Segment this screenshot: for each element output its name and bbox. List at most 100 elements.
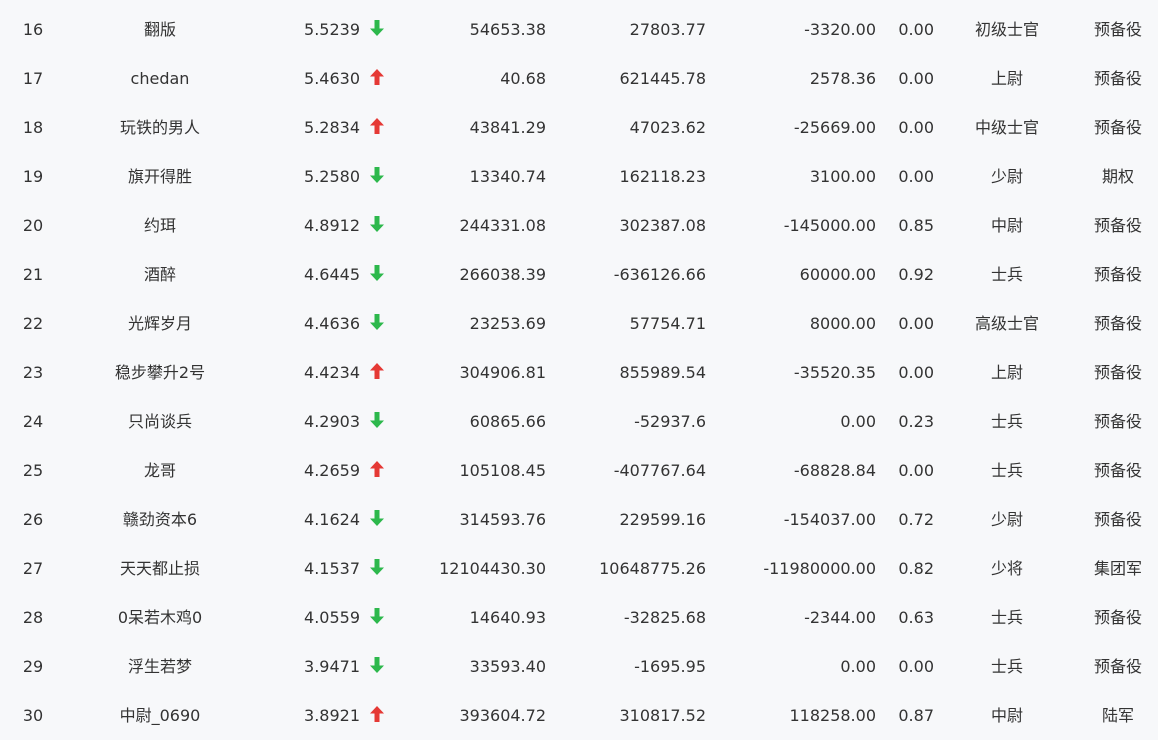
- ratio-value: 0.00: [898, 20, 934, 39]
- unit-category: 预备役: [1093, 510, 1142, 529]
- rank-number: 25: [22, 461, 44, 480]
- table-row[interactable]: 29 浮生若梦 3.9471 33593.40 -1695.95 0.00 0.…: [0, 642, 1158, 691]
- value-column-1: 43841.29: [469, 118, 546, 137]
- military-rank: 高级士官: [974, 314, 1039, 333]
- ranking-table: 16 翻版 5.5239 54653.38 27803.77 -3320.00 …: [0, 5, 1158, 739]
- table-row[interactable]: 19 旗开得胜 5.2580 13340.74 162118.23 3100.0…: [0, 152, 1158, 201]
- ratio-value: 0.87: [898, 706, 934, 725]
- unit-category: 预备役: [1093, 118, 1142, 137]
- ratio-value: 0.82: [898, 559, 934, 578]
- value-column-1: 33593.40: [469, 657, 546, 676]
- unit-category: 期权: [1101, 167, 1134, 186]
- trend-indicator: [368, 446, 386, 495]
- player-name[interactable]: 约珥: [70, 201, 250, 250]
- value-column-2: -32825.68: [623, 608, 706, 627]
- table-row[interactable]: 24 只尚谈兵 4.2903 60865.66 -52937.6 0.00 0.…: [0, 397, 1158, 446]
- table-row[interactable]: 27 天天都止损 4.1537 12104430.30 10648775.26 …: [0, 544, 1158, 593]
- unit-category: 预备役: [1093, 69, 1142, 88]
- unit-category: 预备役: [1093, 314, 1142, 333]
- table-row[interactable]: 28 0呆若木鸡0 4.0559 14640.93 -32825.68 -234…: [0, 593, 1158, 642]
- ratio-value: 0.00: [898, 363, 934, 382]
- value-column-3: 0.00: [840, 412, 876, 431]
- score-value: 4.0559: [304, 608, 360, 627]
- value-column-3: -2344.00: [804, 608, 876, 627]
- military-rank: 中尉: [990, 706, 1023, 725]
- player-name[interactable]: 龙哥: [70, 446, 250, 495]
- arrow-down-icon: [370, 313, 384, 330]
- player-name[interactable]: 浮生若梦: [70, 642, 250, 691]
- score-value: 4.4234: [304, 363, 360, 382]
- arrow-down-icon: [370, 215, 384, 232]
- ratio-value: 0.00: [898, 314, 934, 333]
- table-row[interactable]: 16 翻版 5.5239 54653.38 27803.77 -3320.00 …: [0, 5, 1158, 54]
- score-value: 5.2580: [304, 167, 360, 186]
- arrow-up-icon: [370, 68, 384, 85]
- player-name[interactable]: 旗开得胜: [70, 152, 250, 201]
- ratio-value: 0.63: [898, 608, 934, 627]
- value-column-1: 244331.08: [459, 216, 546, 235]
- player-name[interactable]: 赣劲资本6: [70, 495, 250, 544]
- player-name[interactable]: 酒醉: [70, 250, 250, 299]
- military-rank: 士兵: [990, 461, 1023, 480]
- player-name[interactable]: 玩铁的男人: [70, 103, 250, 152]
- table-row[interactable]: 18 玩铁的男人 5.2834 43841.29 47023.62 -25669…: [0, 103, 1158, 152]
- rank-number: 16: [22, 20, 44, 39]
- table-row[interactable]: 20 约珥 4.8912 244331.08 302387.08 -145000…: [0, 201, 1158, 250]
- table-row[interactable]: 23 稳步攀升2号 4.4234 304906.81 855989.54 -35…: [0, 348, 1158, 397]
- trend-indicator: [368, 152, 386, 201]
- score-value: 4.8912: [304, 216, 360, 235]
- unit-category: 预备役: [1093, 363, 1142, 382]
- rank-number: 19: [22, 167, 44, 186]
- player-name[interactable]: 中尉_0690: [70, 691, 250, 740]
- trend-indicator: [368, 495, 386, 544]
- value-column-3: -145000.00: [783, 216, 876, 235]
- value-column-1: 13340.74: [469, 167, 546, 186]
- arrow-down-icon: [370, 607, 384, 624]
- arrow-up-icon: [370, 362, 384, 379]
- value-column-2: -636126.66: [613, 265, 706, 284]
- player-name[interactable]: 0呆若木鸡0: [70, 593, 250, 642]
- table-row[interactable]: 21 酒醉 4.6445 266038.39 -636126.66 60000.…: [0, 250, 1158, 299]
- military-rank: 上尉: [990, 363, 1023, 382]
- value-column-3: -35520.35: [793, 363, 876, 382]
- table-row[interactable]: 17 chedan 5.4630 40.68 621445.78 2578.36…: [0, 54, 1158, 103]
- table-row[interactable]: 22 光辉岁月 4.4636 23253.69 57754.71 8000.00…: [0, 299, 1158, 348]
- table-row[interactable]: 30 中尉_0690 3.8921 393604.72 310817.52 11…: [0, 691, 1158, 740]
- value-column-3: -3320.00: [804, 20, 876, 39]
- player-name[interactable]: 只尚谈兵: [70, 397, 250, 446]
- value-column-1: 304906.81: [459, 363, 546, 382]
- value-column-3: -25669.00: [793, 118, 876, 137]
- score-value: 5.2834: [304, 118, 360, 137]
- trend-indicator: [368, 348, 386, 397]
- ratio-value: 0.00: [898, 461, 934, 480]
- table-row[interactable]: 25 龙哥 4.2659 105108.45 -407767.64 -68828…: [0, 446, 1158, 495]
- rank-number: 23: [22, 363, 44, 382]
- arrow-down-icon: [370, 264, 384, 281]
- value-column-3: -68828.84: [793, 461, 876, 480]
- value-column-1: 105108.45: [459, 461, 546, 480]
- ratio-value: 0.00: [898, 657, 934, 676]
- table-row[interactable]: 26 赣劲资本6 4.1624 314593.76 229599.16 -154…: [0, 495, 1158, 544]
- value-column-2: 162118.23: [619, 167, 706, 186]
- value-column-2: 302387.08: [619, 216, 706, 235]
- unit-category: 预备役: [1093, 657, 1142, 676]
- unit-category: 陆军: [1101, 706, 1134, 725]
- military-rank: 少将: [990, 559, 1023, 578]
- trend-indicator: [368, 544, 386, 593]
- arrow-down-icon: [370, 509, 384, 526]
- value-column-1: 23253.69: [469, 314, 546, 333]
- player-name[interactable]: 稳步攀升2号: [70, 348, 250, 397]
- value-column-2: -407767.64: [613, 461, 706, 480]
- arrow-down-icon: [370, 656, 384, 673]
- score-value: 5.4630: [304, 69, 360, 88]
- rank-number: 24: [22, 412, 44, 431]
- value-column-3: -11980000.00: [763, 559, 876, 578]
- player-name[interactable]: 光辉岁月: [70, 299, 250, 348]
- military-rank: 士兵: [990, 412, 1023, 431]
- player-name[interactable]: chedan: [70, 54, 250, 103]
- player-name[interactable]: 天天都止损: [70, 544, 250, 593]
- trend-indicator: [368, 201, 386, 250]
- trend-indicator: [368, 642, 386, 691]
- trend-indicator: [368, 103, 386, 152]
- player-name[interactable]: 翻版: [70, 5, 250, 54]
